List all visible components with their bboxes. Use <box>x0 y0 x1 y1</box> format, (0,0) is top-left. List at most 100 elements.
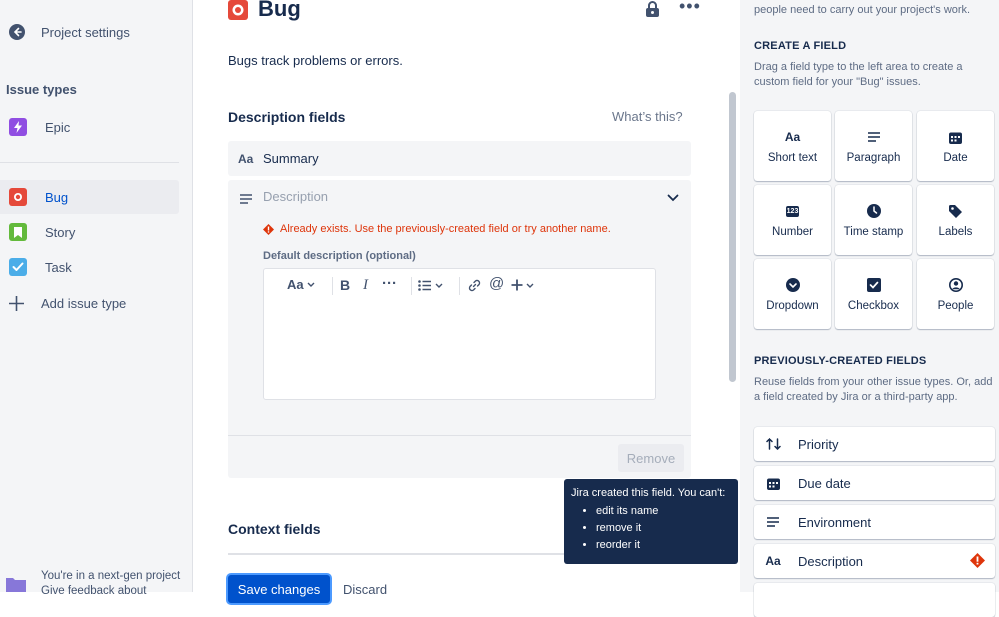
bug-title-icon <box>228 0 248 23</box>
number-icon-text: 123 <box>785 205 800 217</box>
field-type-label: Short text <box>767 152 818 164</box>
chevron-down-icon[interactable] <box>667 190 679 205</box>
prev-field-label: Description <box>798 553 864 569</box>
tooltip-heading: Jira created this field. You can't: <box>571 487 726 499</box>
priority-icon <box>763 438 783 450</box>
prev-field-label: Priority <box>798 436 839 452</box>
field-type-short-text[interactable]: Aa Short text <box>754 111 831 181</box>
sidebar: Project settings Issue types Epic Bug St… <box>0 0 193 597</box>
sidebar-item-label: Bug <box>45 189 69 205</box>
lightning-icon <box>9 118 27 136</box>
prev-field-due-date[interactable]: Due date <box>754 466 995 500</box>
field-type-label: Time stamp <box>843 226 904 238</box>
scrollbar-thumb[interactable] <box>729 92 736 382</box>
paragraph-icon <box>240 192 252 207</box>
person-icon <box>948 276 963 294</box>
paragraph-icon <box>867 128 880 146</box>
field-tooltip: Jira created this field. You can't: edit… <box>564 479 738 564</box>
prev-field-more[interactable] <box>754 583 995 617</box>
field-type-people[interactable]: People <box>917 259 994 329</box>
save-changes-button[interactable]: Save changes <box>228 575 330 603</box>
footer-line: You're in a next-gen project <box>41 570 181 582</box>
sidebar-item-story[interactable]: Story <box>0 215 179 249</box>
prev-field-label: Due date <box>798 475 851 491</box>
tooltip-item: reorder it <box>596 537 731 554</box>
remove-button[interactable]: Remove <box>618 444 684 472</box>
short-text-icon: Aa <box>784 130 801 144</box>
create-field-help: Drag a field type to the left area to cr… <box>754 61 963 88</box>
previously-created-heading: PREVIOUSLY-CREATED FIELDS <box>754 355 927 367</box>
clock-icon <box>866 202 881 220</box>
next-gen-footer: You're in a next-gen project Give feedba… <box>41 569 180 599</box>
checkmark-icon <box>9 258 27 276</box>
prev-field-label: Environment <box>798 514 871 530</box>
link-button[interactable] <box>468 279 481 292</box>
sidebar-item-label: Epic <box>45 119 71 135</box>
description-name-input[interactable]: Description <box>263 189 328 204</box>
field-type-date[interactable]: Date <box>917 111 994 181</box>
prev-field-environment[interactable]: Environment <box>754 505 995 539</box>
field-type-time-stamp[interactable]: Time stamp <box>835 185 912 255</box>
calendar-icon <box>763 477 783 490</box>
number-icon: 123 <box>785 202 800 220</box>
summary-field[interactable]: Aa Summary <box>228 141 691 176</box>
prev-field-description[interactable]: Aa Description <box>754 544 995 578</box>
field-panel: people need to carry out your project's … <box>740 0 999 617</box>
field-type-dropdown[interactable]: Dropdown <box>754 259 831 329</box>
field-type-labels[interactable]: Labels <box>917 185 994 255</box>
more-actions-icon[interactable]: ••• <box>679 0 701 17</box>
checkbox-icon <box>866 276 881 294</box>
error-text: Already exists. Use the previously-creat… <box>280 223 611 235</box>
field-type-number[interactable]: 123 Number <box>754 185 831 255</box>
add-issue-type-button[interactable]: Add issue type <box>0 286 179 320</box>
warning-icon <box>970 553 985 568</box>
default-description-label: Default description (optional) <box>263 250 416 262</box>
divider <box>228 435 691 436</box>
lock-icon[interactable] <box>645 1 660 20</box>
mention-button[interactable]: @ <box>489 275 504 292</box>
context-fields-heading: Context fields <box>228 521 321 537</box>
bullet-list-button[interactable] <box>418 280 443 291</box>
panel-intro-text: people need to carry out your project's … <box>754 4 971 16</box>
back-arrow-icon <box>9 24 25 40</box>
prev-field-priority[interactable]: Priority <box>754 427 995 461</box>
discard-button[interactable]: Discard <box>343 582 387 597</box>
tooltip-list: edit its name remove it reorder it <box>571 503 731 554</box>
insert-button[interactable] <box>511 279 534 291</box>
issue-type-description: Bugs track problems or errors. <box>228 53 403 68</box>
calendar-icon <box>949 128 962 146</box>
divider <box>0 162 179 163</box>
whats-this-link[interactable]: What’s this? <box>612 109 683 124</box>
field-type-label: Dropdown <box>766 300 819 312</box>
toolbar-divider <box>332 277 333 295</box>
warning-icon <box>263 223 274 235</box>
tooltip-item: edit its name <box>596 503 731 520</box>
more-formatting-button[interactable]: ··· <box>382 275 397 292</box>
field-type-label: Number <box>772 226 813 238</box>
folder-icon <box>6 576 26 595</box>
tooltip-item: remove it <box>596 520 731 537</box>
dropdown-icon <box>785 276 800 294</box>
link-icon <box>468 279 481 292</box>
description-fields-heading: Description fields <box>228 109 346 125</box>
short-text-icon: Aa <box>765 554 781 568</box>
toolbar-divider <box>411 277 412 295</box>
text-style-button[interactable]: Aa <box>287 277 315 292</box>
bullet-list-icon <box>418 280 431 291</box>
italic-button[interactable]: I <box>363 277 368 294</box>
field-type-label: Date <box>943 152 968 164</box>
field-type-paragraph[interactable]: Paragraph <box>835 111 912 181</box>
default-description-editor[interactable]: Aa B I ··· @ <box>263 268 656 400</box>
sidebar-item-epic[interactable]: Epic <box>0 110 179 144</box>
sidebar-item-bug[interactable]: Bug <box>0 180 179 214</box>
bold-button[interactable]: B <box>340 277 350 293</box>
back-to-project-settings[interactable]: Project settings <box>0 15 179 49</box>
summary-label: Summary <box>263 151 319 166</box>
sidebar-item-label: Story <box>45 224 76 240</box>
plus-icon <box>8 295 25 312</box>
bookmark-icon <box>9 223 27 241</box>
description-field-panel: Description Already exists. Use the prev… <box>228 180 691 478</box>
sidebar-item-task[interactable]: Task <box>0 250 179 284</box>
field-type-checkbox[interactable]: Checkbox <box>835 259 912 329</box>
field-type-label: Paragraph <box>846 152 901 164</box>
